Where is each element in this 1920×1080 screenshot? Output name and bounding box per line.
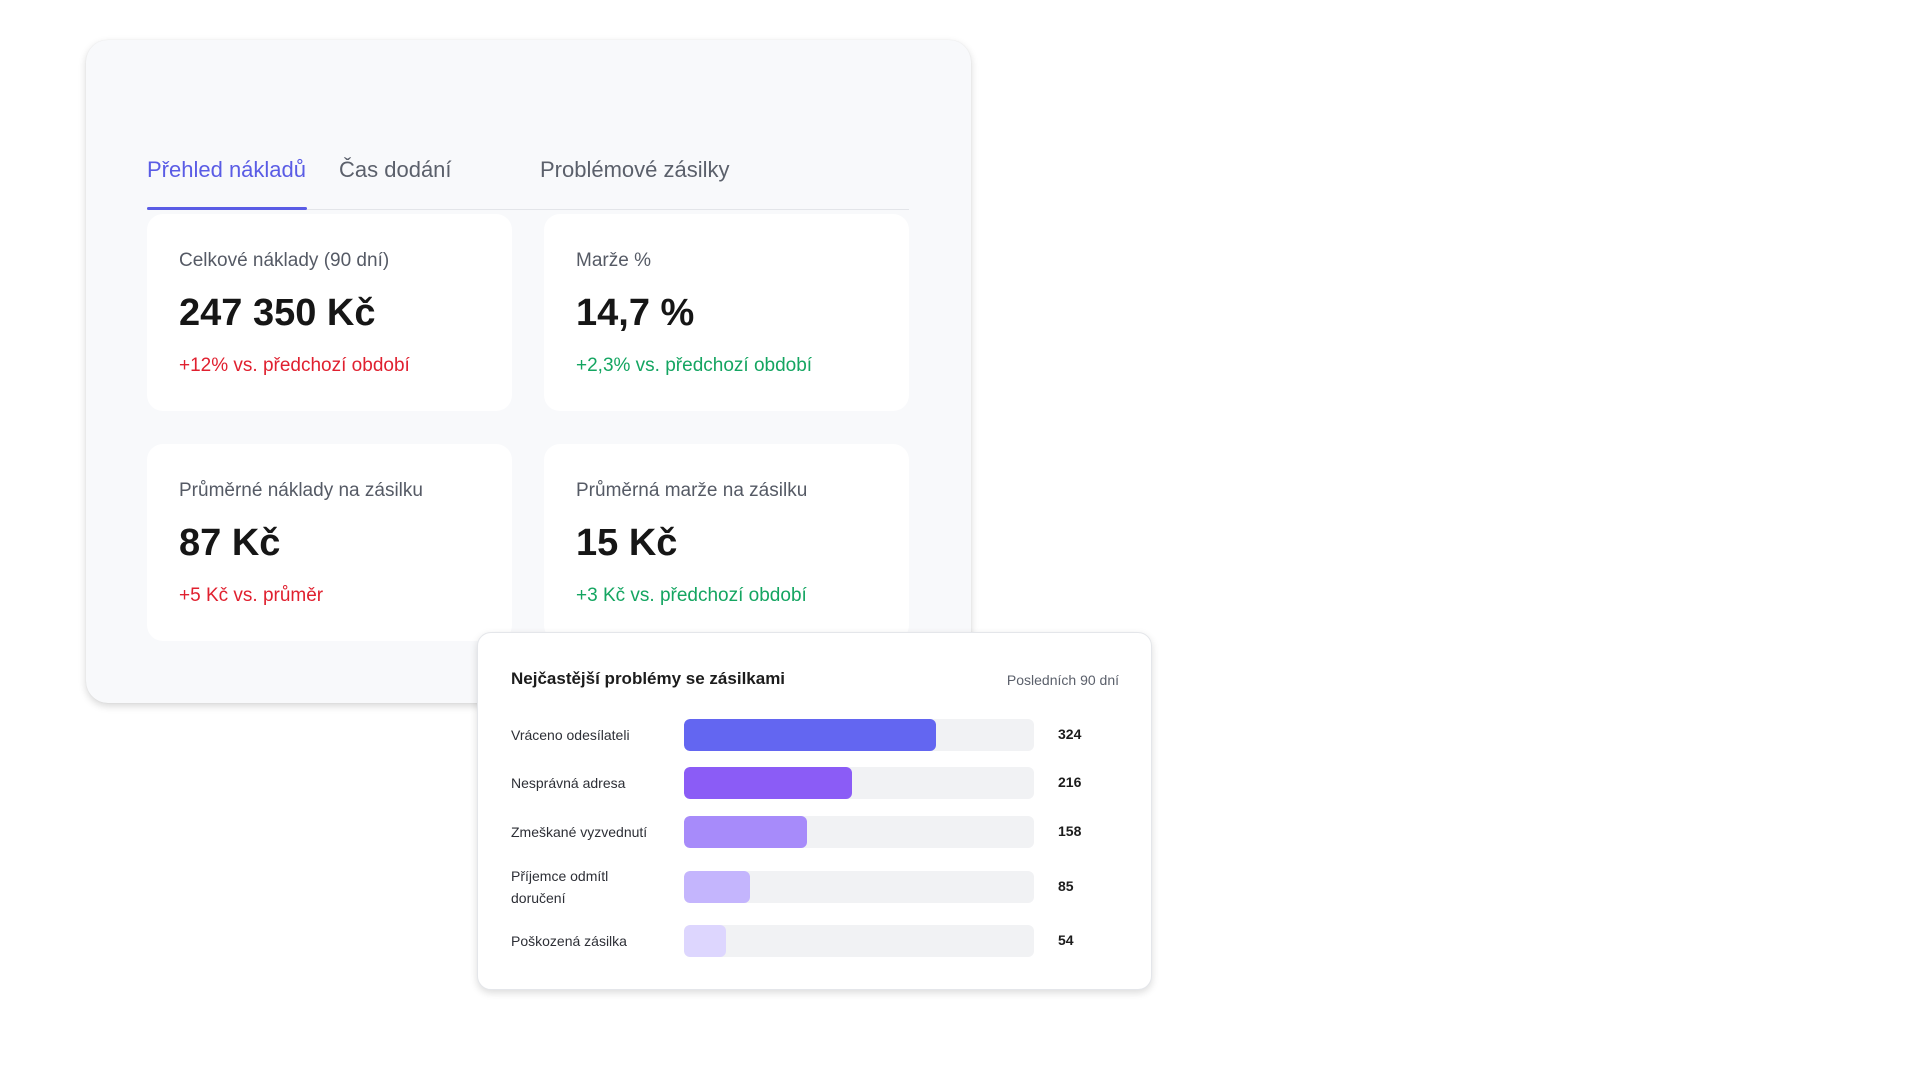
active-tab-indicator [147, 207, 307, 210]
issue-label: Příjemce odmítl doručení [511, 868, 609, 906]
issue-label: Vráceno odesílateli [511, 727, 630, 743]
metric-label: Celkové náklady (90 dní) [179, 250, 390, 271]
bar [684, 816, 807, 848]
tab-cost-overview[interactable]: Přehled nákladů [147, 157, 306, 183]
bar-track [684, 767, 1034, 799]
issue-label: Poškozená zásilka [511, 933, 627, 949]
tab-delivery-time[interactable]: Čas dodání [339, 157, 452, 183]
issues-period: Posledních 90 dní [1006, 672, 1119, 688]
shipment-issues-card: Nejčastější problémy se zásilkami Posled… [477, 632, 1152, 990]
bar [684, 925, 726, 957]
metric-card-total-costs: Celkové náklady (90 dní) 247 350 Kč +12%… [147, 214, 512, 411]
issue-count: 54 [1058, 932, 1074, 948]
issues-title: Nejčastější problémy se zásilkami [511, 669, 786, 688]
metric-value: 87 Kč [179, 522, 281, 564]
metric-value: 247 350 Kč [179, 292, 376, 334]
bar-track [684, 816, 1034, 848]
bar [684, 719, 936, 751]
metric-card-avg-margin-per-shipment: Průměrná marže na zásilku 15 Kč +3 Kč vs… [544, 444, 909, 641]
metric-label: Marže % [576, 250, 651, 271]
issue-count: 216 [1058, 774, 1082, 790]
bar [684, 767, 852, 799]
issue-label: Nesprávná adresa [511, 775, 626, 791]
metric-label: Průměrná marže na zásilku [576, 480, 808, 501]
metric-delta: +12% vs. předchozí období [179, 355, 410, 376]
metric-value: 14,7 % [576, 292, 695, 334]
tab-problem-shipments[interactable]: Problémové zásilky [540, 157, 730, 183]
metric-delta: +5 Kč vs. průměr [179, 585, 324, 606]
issue-count: 85 [1058, 878, 1074, 894]
bar-track [684, 925, 1034, 957]
bar-track [684, 871, 1034, 903]
tab-bar: Přehled nákladů Čas dodání Problémové zá… [147, 119, 909, 210]
metric-label: Průměrné náklady na zásilku [179, 480, 423, 501]
issue-count: 158 [1058, 823, 1082, 839]
metric-card-avg-cost-per-shipment: Průměrné náklady na zásilku 87 Kč +5 Kč … [147, 444, 512, 641]
bar-track [684, 719, 1034, 751]
metric-delta: +2,3% vs. předchozí období [576, 355, 813, 376]
metric-value: 15 Kč [576, 522, 678, 564]
issue-label: Zmeškané vyzvednutí [511, 824, 648, 840]
bar [684, 871, 751, 903]
cost-overview-card: Přehled nákladů Čas dodání Problémové zá… [86, 40, 971, 703]
issue-count: 324 [1058, 726, 1082, 742]
metric-card-margin-percent: Marže % 14,7 % +2,3% vs. předchozí obdob… [544, 214, 909, 411]
metric-delta: +3 Kč vs. předchozí období [576, 585, 807, 606]
